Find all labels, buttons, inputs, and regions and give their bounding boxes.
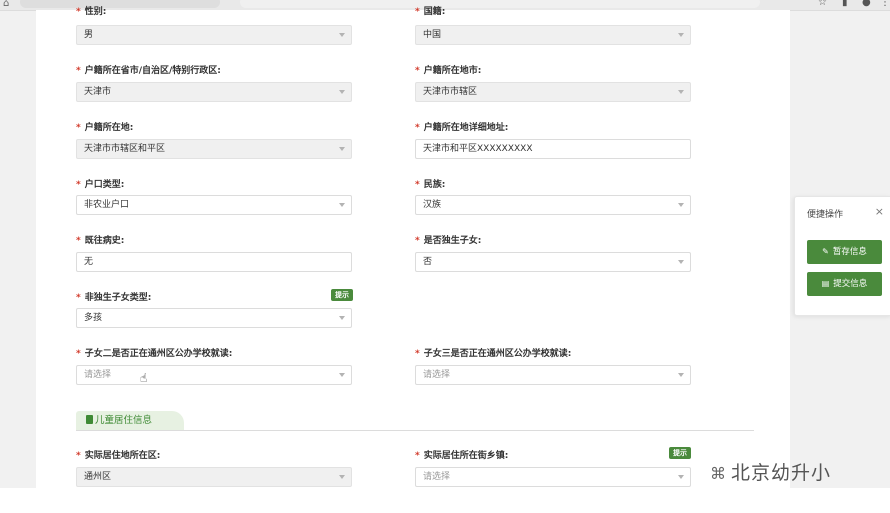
chevron-down-icon	[339, 475, 345, 479]
chevron-down-icon	[678, 475, 684, 479]
close-icon[interactable]: ×	[875, 205, 884, 218]
wechat-icon: ⌘	[710, 464, 727, 483]
non-only-child-type-select[interactable]: 多孩	[76, 308, 352, 328]
nationality-select[interactable]: 中国	[415, 25, 691, 45]
chevron-down-icon	[339, 33, 345, 37]
address-bar[interactable]	[240, 0, 760, 8]
household-location-select[interactable]: 天津市市辖区和平区	[76, 139, 352, 159]
save-draft-button[interactable]: ✎ 暂存信息	[807, 240, 882, 264]
ethnicity-label: * 民族:	[415, 180, 446, 190]
pencil-icon: ✎	[822, 247, 829, 256]
chevron-down-icon	[678, 33, 684, 37]
section-title-tab: 儿童居住信息	[76, 411, 184, 430]
household-address-label: * 户籍所在地详细地址:	[415, 123, 509, 133]
medical-history-label: * 既往病史:	[76, 236, 125, 246]
household-province-label: * 户籍所在省市/自治区/特别行政区:	[76, 66, 221, 76]
page-footer-area	[0, 488, 890, 513]
hint-badge[interactable]: 提示	[669, 447, 691, 459]
submit-button[interactable]: ▤ 提交信息	[807, 272, 882, 296]
star-icon[interactable]: ☆	[818, 0, 827, 8]
residence-district-label: * 实际居住地所在区:	[76, 451, 161, 461]
home-icon[interactable]: ⌂	[3, 0, 9, 9]
medical-history-input[interactable]: 无	[76, 252, 352, 272]
mouse-cursor-icon: ☝	[140, 371, 148, 385]
chevron-down-icon	[339, 373, 345, 377]
chevron-down-icon	[339, 203, 345, 207]
extensions-icon[interactable]: ▮	[842, 0, 848, 8]
residence-district-select[interactable]: 通州区	[76, 467, 352, 487]
chevron-down-icon	[678, 373, 684, 377]
child2-school-select[interactable]: 请选择	[76, 365, 352, 385]
child3-school-select[interactable]: 请选择	[415, 365, 691, 385]
child3-school-label: * 子女三是否正在通州区公办学校就读:	[415, 349, 572, 359]
child2-school-label: * 子女二是否正在通州区公办学校就读:	[76, 349, 233, 359]
nationality-label: * 国籍:	[415, 7, 446, 17]
residence-street-label: * 实际居住所在街乡镇:	[415, 451, 509, 461]
hint-badge[interactable]: 提示	[331, 289, 353, 301]
watermark: ⌘ 北京幼升小	[710, 462, 832, 484]
chevron-down-icon	[339, 316, 345, 320]
chevron-down-icon	[678, 203, 684, 207]
only-child-label: * 是否独生子女:	[415, 236, 482, 246]
only-child-select[interactable]: 否	[415, 252, 691, 272]
gender-select[interactable]: 男	[76, 25, 352, 45]
gender-label: * 性别:	[76, 7, 107, 17]
ethnicity-select[interactable]: 汉族	[415, 195, 691, 215]
hukou-type-label: * 户口类型:	[76, 180, 125, 190]
clipboard-icon: ▤	[821, 279, 830, 288]
household-address-input[interactable]: 天津市和平区XXXXXXXXX	[415, 139, 691, 159]
household-province-select[interactable]: 天津市	[76, 82, 352, 102]
hukou-type-select[interactable]: 非农业户口	[76, 195, 352, 215]
household-city-select[interactable]: 天津市市辖区	[415, 82, 691, 102]
quick-actions-title: 便捷操作	[807, 210, 844, 220]
browser-tab-strip[interactable]	[20, 0, 220, 8]
profile-icon[interactable]: ●	[862, 0, 871, 8]
chevron-down-icon	[678, 90, 684, 94]
chevron-down-icon	[678, 260, 684, 264]
document-icon	[86, 415, 93, 424]
chevron-down-icon	[339, 90, 345, 94]
residence-street-select[interactable]: 请选择	[415, 467, 691, 487]
chevron-down-icon	[339, 147, 345, 151]
household-location-label: * 户籍所在地:	[76, 123, 134, 133]
quick-actions-panel: 便捷操作 × ✎ 暂存信息 ▤ 提交信息	[794, 196, 890, 316]
section-divider	[76, 430, 754, 431]
non-only-child-type-label: * 非独生子女类型:	[76, 293, 152, 303]
household-city-label: * 户籍所在地市:	[415, 66, 482, 76]
menu-icon[interactable]: ⋮	[880, 0, 890, 8]
